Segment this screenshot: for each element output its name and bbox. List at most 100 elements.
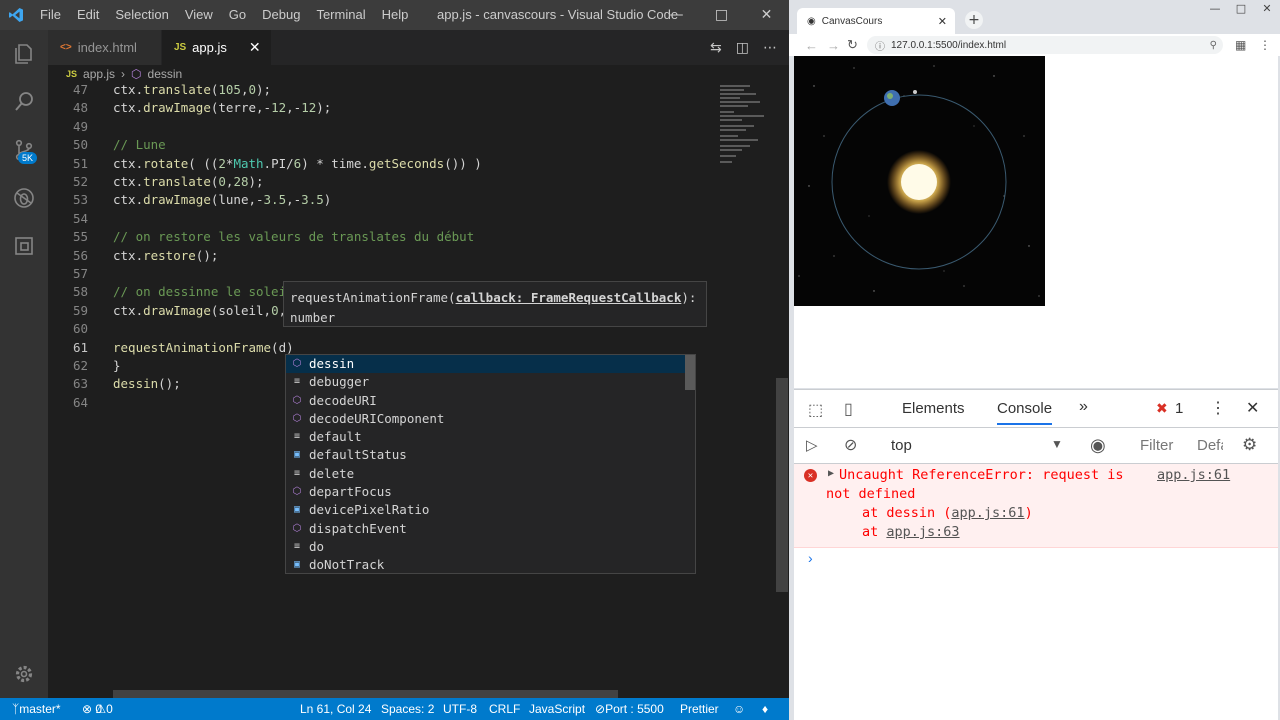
code-token: rotate: [143, 155, 189, 171]
live-expression-eye-icon[interactable]: ◉: [1090, 435, 1106, 456]
minimize-icon[interactable]: —: [1202, 0, 1228, 16]
stack-frame-1-link[interactable]: app.js:61: [951, 505, 1024, 521]
suggestion-item[interactable]: ▣ devicePixelRatio: [286, 501, 695, 519]
clear-console-icon[interactable]: ⊘: [844, 435, 857, 455]
stack-frame-2-link[interactable]: app.js:63: [886, 524, 959, 540]
code-token: 28: [233, 174, 249, 189]
source-control-icon[interactable]: 5K: [0, 126, 48, 174]
maximize-icon[interactable]: □: [699, 0, 744, 30]
suggestion-item[interactable]: ▣ defaultStatus: [286, 446, 695, 464]
suggestion-item[interactable]: ≡ debugger: [286, 373, 695, 391]
address-bar[interactable]: ⓘ 127.0.0.1:5500/index.html ⚲: [867, 36, 1223, 54]
suggestion-label: delete: [309, 465, 355, 481]
language-mode[interactable]: JavaScript: [529, 698, 585, 720]
code-token: ctx.: [113, 82, 144, 97]
menu-help[interactable]: Help: [374, 0, 417, 30]
suggestion-item[interactable]: ▣ doNotTrack: [286, 556, 695, 573]
error-count: 1: [1175, 400, 1184, 417]
context-selector[interactable]: top: [891, 437, 912, 454]
devtools-menu-icon[interactable]: ⋮: [1210, 398, 1226, 418]
open-changes-icon[interactable]: ⇆: [710, 40, 722, 56]
filter-input[interactable]: Filter: [1140, 437, 1173, 454]
browser-tab[interactable]: ◉ CanvasCours ✕: [797, 8, 955, 34]
sidebar-toggle-icon[interactable]: ▷: [806, 436, 818, 454]
suggestion-item[interactable]: ⬡ decodeURI: [286, 392, 695, 410]
debug-icon[interactable]: [0, 174, 48, 222]
menu-bar: File Edit Selection View Go Debug Termin…: [32, 0, 416, 30]
suggestion-item[interactable]: ⬡ departFocus: [286, 483, 695, 501]
branch-indicator[interactable]: ᛉ master*: [12, 698, 61, 720]
more-tabs-icon[interactable]: »: [1079, 398, 1088, 416]
editor-horizontal-scrollbar[interactable]: [113, 690, 618, 698]
menu-selection[interactable]: Selection: [107, 0, 176, 30]
breadcrumb-symbol[interactable]: dessin: [148, 67, 183, 81]
tab-elements[interactable]: Elements: [902, 400, 965, 417]
menu-go[interactable]: Go: [221, 0, 254, 30]
close-tab-icon[interactable]: ✕: [938, 15, 947, 28]
browser-menu-icon[interactable]: ⋮: [1259, 38, 1271, 52]
editor-vertical-scrollbar[interactable]: [776, 378, 788, 592]
browser-window-controls: — □ ✕: [1202, 0, 1280, 16]
line-number: 55: [72, 229, 88, 245]
suggestion-item[interactable]: ≡ default: [286, 428, 695, 446]
menu-debug[interactable]: Debug: [254, 0, 308, 30]
error-line-1: Uncaught ReferenceError: request is: [839, 467, 1124, 483]
menu-view[interactable]: View: [177, 0, 221, 30]
code-token: drawImage: [143, 302, 211, 318]
close-devtools-icon[interactable]: ✕: [1246, 398, 1259, 418]
more-actions-icon[interactable]: ⋯: [763, 40, 777, 56]
cursor-position[interactable]: Ln 61, Col 24: [300, 698, 371, 720]
split-editor-icon[interactable]: ◫: [736, 40, 749, 56]
suggest-scrollbar[interactable]: [685, 355, 695, 390]
error-count-icon[interactable]: ✖: [1156, 400, 1168, 417]
forward-icon[interactable]: →: [827, 38, 840, 53]
close-icon[interactable]: ✕: [744, 0, 789, 30]
page-viewport: [794, 56, 1278, 388]
line-endings[interactable]: CRLF: [489, 698, 520, 720]
close-icon[interactable]: ✕: [1254, 0, 1280, 16]
code-token: drawImage: [143, 100, 211, 116]
device-toolbar-icon[interactable]: ▯: [844, 399, 853, 419]
console-prompt-chevron-icon[interactable]: ›: [808, 550, 813, 566]
error-source-link[interactable]: app.js:61: [1157, 467, 1230, 483]
log-levels-dropdown[interactable]: Defa: [1197, 437, 1223, 454]
tab-app-js[interactable]: JS app.js ✕: [161, 30, 272, 65]
console-settings-gear-icon[interactable]: ⚙: [1242, 435, 1257, 455]
extensions-icon[interactable]: [0, 222, 48, 270]
menu-edit[interactable]: Edit: [69, 0, 107, 30]
suggestion-item[interactable]: ≡ delete: [286, 465, 695, 483]
settings-gear-icon[interactable]: [0, 650, 48, 698]
suggestion-item[interactable]: ⬡ dessin: [286, 355, 695, 374]
notifications-bell-icon[interactable]: ♦: [762, 698, 768, 720]
close-tab-icon[interactable]: ✕: [249, 39, 261, 56]
expand-triangle-icon[interactable]: ▶: [828, 468, 834, 479]
minimap[interactable]: [718, 83, 776, 173]
error-icon: ✕: [804, 469, 817, 482]
live-server-port[interactable]: ⊘ Port : 5500: [595, 698, 664, 720]
dropdown-icon[interactable]: ▼: [1051, 437, 1063, 451]
explorer-icon[interactable]: [0, 30, 48, 78]
reload-icon[interactable]: ↻: [847, 37, 858, 53]
new-tab-icon[interactable]: +: [965, 11, 983, 29]
minimize-icon[interactable]: —: [654, 0, 699, 30]
inspect-element-icon[interactable]: ⬚: [808, 400, 823, 420]
zoom-icon[interactable]: ⚲: [1210, 40, 1217, 51]
maximize-icon[interactable]: □: [1228, 0, 1254, 16]
problems-indicator[interactable]: ⊗ 0 ⚠ 0: [82, 698, 113, 720]
search-icon[interactable]: [0, 78, 48, 126]
breadcrumb-file[interactable]: app.js: [83, 67, 115, 81]
tab-index-html[interactable]: <> index.html: [48, 30, 162, 65]
line-number: 51: [72, 155, 88, 171]
menu-terminal[interactable]: Terminal: [308, 0, 373, 30]
feedback-smiley-icon[interactable]: ☺: [733, 698, 745, 720]
encoding[interactable]: UTF-8: [443, 698, 477, 720]
menu-file[interactable]: File: [32, 0, 69, 30]
suggestion-item[interactable]: ⬡ decodeURIComponent: [286, 410, 695, 428]
indentation[interactable]: Spaces: 2: [381, 698, 434, 720]
back-icon[interactable]: ←: [805, 38, 818, 53]
tab-console[interactable]: Console: [997, 400, 1053, 425]
prettier-status[interactable]: Prettier: [680, 698, 719, 720]
profile-icon[interactable]: ▦: [1235, 38, 1246, 52]
suggestion-item[interactable]: ⬡ dispatchEvent: [286, 520, 695, 538]
suggestion-item[interactable]: ≡ do: [286, 538, 695, 556]
